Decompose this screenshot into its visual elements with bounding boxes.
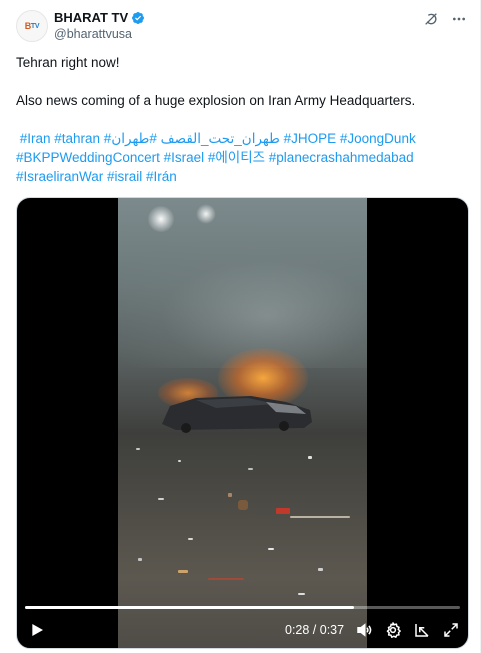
debris [208,578,244,580]
debris [238,500,248,510]
debris [158,498,164,500]
hashtags-line-3: #IsraeliranWar #israil #Irán [16,167,466,186]
debris [248,468,253,470]
avatar[interactable]: B TV [16,10,48,42]
settings-icon[interactable] [384,621,402,639]
debris [228,493,232,497]
video-time: 0:28 / 0:37 [285,623,345,637]
more-icon[interactable] [450,10,468,28]
debris [298,593,305,595]
fullscreen-icon[interactable] [442,621,460,639]
play-icon[interactable] [29,622,45,638]
author-handle[interactable]: @bharattvusa [54,27,132,41]
video-controls: 0:28 / 0:37 [17,618,468,644]
debris [136,448,140,450]
debris [308,456,312,459]
debris [178,570,188,573]
hashtags-line-2: #BKPPWeddingConcert #Israel #에이티즈 #plane… [16,148,466,167]
volume-icon[interactable] [355,621,373,639]
tweet-text-line-1: Tehran right now! [16,55,120,70]
hashtag-link[interactable]: #IsraeliranWar #israil #Irán [16,169,177,184]
hashtags: #Iran #tahran #طهران_تحت_القصف #طهران #J… [16,129,466,186]
tweet-text-line-2: Also news coming of a huge explosion on … [16,93,416,108]
hashtags-line-1: #Iran #tahran #طهران_تحت_القصف #طهران #J… [16,129,466,148]
light-flare [148,206,174,232]
debris [188,538,193,540]
tweet-card: B TV BHARAT TV @bharattvusa Tehran right… [0,0,481,653]
debris [276,508,290,514]
video-frame[interactable] [118,198,367,648]
debris [290,516,350,518]
video-progress-fill [25,606,355,609]
debris [318,568,323,571]
popout-icon[interactable] [413,621,431,639]
verified-badge-icon [132,11,145,24]
debris [178,460,181,462]
tweet-header: B TV BHARAT TV @bharattvusa [16,8,468,48]
light-flare [196,204,216,224]
video-progress-bar[interactable] [25,606,460,609]
hashtag-link[interactable]: #BKPPWeddingConcert #Israel #에이티즈 #plane… [16,150,414,165]
debris [138,558,142,561]
hashtag-link[interactable]: #Iran #tahran #طهران_تحت_القصف #طهران #J… [16,131,416,146]
grok-icon[interactable] [422,10,440,28]
debris [268,548,274,550]
video-player[interactable]: 0:28 / 0:37 [16,197,469,649]
burning-car [162,396,312,433]
display-name[interactable]: BHARAT TV [54,10,128,25]
smoke [118,238,367,368]
author-name-row: BHARAT TV [54,10,145,25]
header-actions [422,10,468,28]
